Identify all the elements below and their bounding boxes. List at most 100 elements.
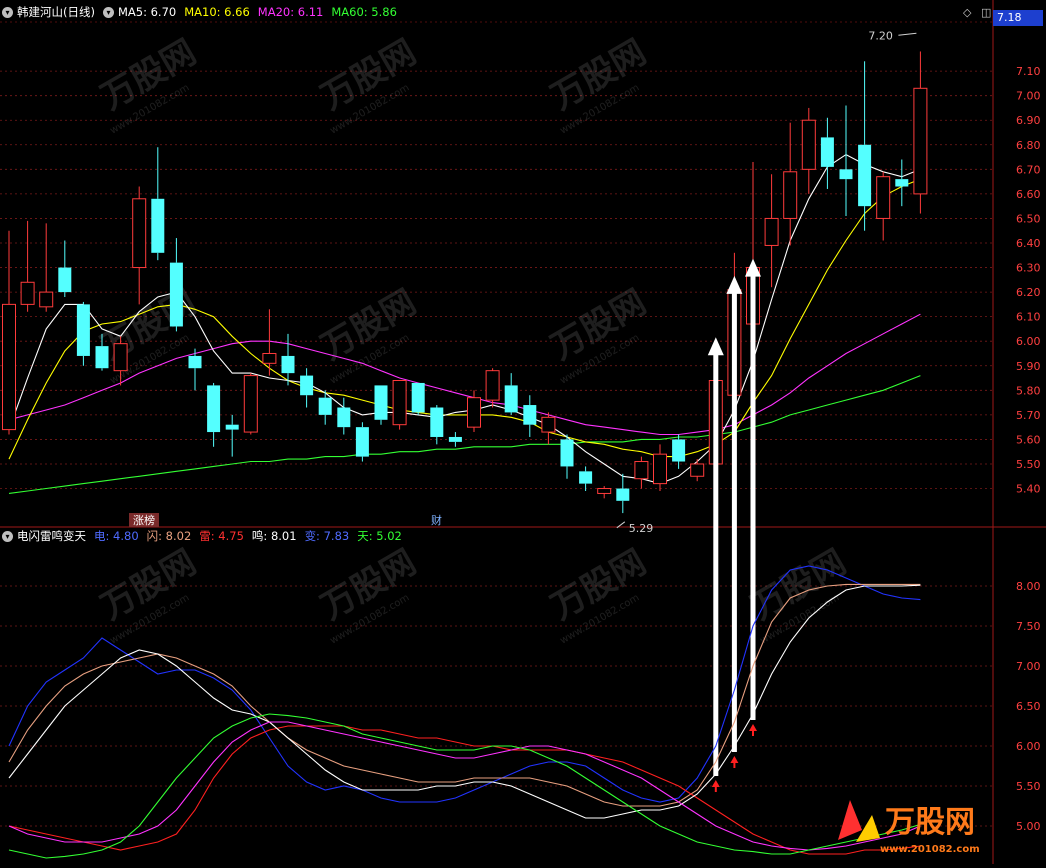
ma60-label: MA60: 5.86 bbox=[331, 5, 397, 19]
candle-body-up bbox=[690, 463, 705, 477]
candle-body-down bbox=[579, 471, 593, 484]
sub-y-tick-label: 5.00 bbox=[1016, 820, 1041, 833]
main-y-tick-label: 6.00 bbox=[1016, 335, 1041, 348]
high-price-label: 7.20 bbox=[868, 29, 893, 42]
candle-body-up bbox=[262, 352, 277, 364]
candle-body-down bbox=[448, 436, 462, 442]
zhangbang-label: 涨榜 bbox=[133, 513, 155, 527]
logo-url-text: www.201082.com bbox=[880, 844, 980, 855]
main-y-tick-label: 7.10 bbox=[1016, 65, 1041, 78]
candle-body-down bbox=[58, 267, 72, 293]
chevron-down-icon[interactable]: ▾ bbox=[2, 530, 13, 542]
candle-body-up bbox=[653, 453, 667, 485]
candle-body-down bbox=[523, 405, 537, 425]
panel-toggle-icon[interactable]: ◫ bbox=[981, 6, 991, 19]
candle-body-down bbox=[895, 179, 909, 187]
ming-label: 鸣: 8.01 bbox=[251, 529, 297, 543]
candle bbox=[411, 382, 425, 415]
main-y-tick-label: 7.00 bbox=[1016, 90, 1041, 103]
low-price-label: 5.29 bbox=[629, 522, 654, 535]
arrow-shaft bbox=[713, 351, 719, 776]
candle-body-down bbox=[858, 144, 872, 207]
lei-label: 雷: 4.75 bbox=[199, 529, 244, 543]
main-y-tick-label: 6.80 bbox=[1016, 139, 1041, 152]
candle-body-down bbox=[430, 407, 444, 437]
arrow-shaft bbox=[750, 272, 756, 720]
candle-body-down bbox=[337, 407, 351, 428]
candle-body-down bbox=[300, 375, 314, 396]
chevron-down-icon[interactable]: ▾ bbox=[2, 6, 13, 18]
ma5-label: MA5: 6.70 bbox=[117, 5, 177, 19]
candle-body-down bbox=[355, 427, 369, 457]
last-price-badge: 7.18 bbox=[993, 10, 1043, 26]
sub-y-tick-label: 7.00 bbox=[1016, 660, 1041, 673]
candle-body-up bbox=[39, 291, 54, 308]
candle-body-down bbox=[76, 304, 90, 356]
main-y-tick-label: 6.20 bbox=[1016, 286, 1041, 299]
sub-y-tick-label: 7.50 bbox=[1016, 620, 1041, 633]
bian-label: 变: 7.83 bbox=[304, 529, 350, 543]
candle-body-down bbox=[672, 439, 686, 462]
candle-body-down bbox=[374, 385, 388, 420]
sub-y-tick-label: 5.50 bbox=[1016, 780, 1041, 793]
main-y-tick-label: 6.50 bbox=[1016, 212, 1041, 225]
candle-body-down bbox=[504, 385, 518, 413]
ma20-label: MA20: 6.11 bbox=[257, 5, 324, 19]
chevron-down-icon[interactable]: ▾ bbox=[102, 6, 114, 18]
candle-body-down bbox=[207, 385, 221, 433]
diamond-icon[interactable]: ◇ bbox=[963, 6, 971, 19]
candle bbox=[355, 422, 369, 462]
main-y-tick-label: 6.70 bbox=[1016, 163, 1041, 176]
chart-canvas: 5.40 5.50 5.60 5.70 5.80 5.90 6.00 6.10 6.20 6.30… bbox=[0, 0, 1046, 864]
indicator-title: 电闪雷鸣变天 bbox=[17, 529, 86, 543]
main-y-tick-label: 5.50 bbox=[1016, 458, 1041, 471]
main-y-tick-label: 5.40 bbox=[1016, 483, 1041, 496]
candle-body-down bbox=[281, 355, 295, 374]
dian-label: 电: 4.80 bbox=[94, 529, 139, 543]
cai-marker: 财 bbox=[431, 513, 442, 527]
candle-body-up bbox=[764, 217, 779, 246]
candle-body-down bbox=[188, 355, 202, 369]
sub-y-tick-label: 8.00 bbox=[1016, 580, 1041, 593]
main-y-tick-label: 5.60 bbox=[1016, 433, 1041, 446]
candle-body-down bbox=[151, 198, 165, 253]
signal-arrows bbox=[707, 258, 761, 792]
candle-body-down bbox=[411, 382, 425, 413]
background bbox=[0, 0, 1046, 864]
main-y-tick-label: 6.40 bbox=[1016, 237, 1041, 250]
logo-brand-text: 万股网 bbox=[885, 805, 975, 840]
candle-body-up bbox=[541, 416, 556, 433]
candle-body-down bbox=[616, 488, 630, 501]
candle-body-up bbox=[485, 370, 500, 401]
candle bbox=[243, 373, 258, 435]
candle-body-up bbox=[243, 375, 258, 433]
candle bbox=[374, 385, 388, 425]
shan-label: 闪: 8.02 bbox=[146, 529, 192, 543]
main-y-tick-label: 5.80 bbox=[1016, 384, 1041, 397]
candle-body-down bbox=[318, 397, 332, 415]
candle-body-up bbox=[132, 198, 147, 269]
main-y-tick-label: 5.90 bbox=[1016, 360, 1041, 373]
candle-body-up bbox=[20, 281, 35, 305]
candle-body-down bbox=[820, 137, 834, 167]
candle-body-up bbox=[783, 171, 798, 219]
main-y-tick-label: 5.70 bbox=[1016, 409, 1041, 422]
main-y-tick-label: 6.60 bbox=[1016, 188, 1041, 201]
candle-body-down bbox=[169, 262, 183, 327]
indicator-header: ▾ 电闪雷鸣变天 电: 4.80 闪: 8.02 雷: 4.75 鸣: 8.01… bbox=[2, 527, 410, 545]
candle-body-up bbox=[467, 397, 481, 428]
candle-body-up bbox=[392, 379, 407, 426]
stock-title: 韩建河山(日线) bbox=[17, 5, 95, 19]
candle-body-down bbox=[95, 346, 109, 369]
sub-y-tick-label: 6.50 bbox=[1016, 700, 1041, 713]
tian-label: 天: 5.02 bbox=[357, 529, 402, 543]
sub-y-tick-label: 6.00 bbox=[1016, 740, 1041, 753]
main-y-tick-label: 6.30 bbox=[1016, 262, 1041, 275]
main-y-tick-label: 6.10 bbox=[1016, 311, 1041, 324]
candle-body-up bbox=[113, 343, 128, 372]
chart-stage: 5.40 5.50 5.60 5.70 5.80 5.90 6.00 6.10 6.20 6.30… bbox=[0, 0, 1046, 864]
candle-body-up bbox=[597, 488, 612, 494]
candle-body-up bbox=[876, 176, 891, 219]
candle-body-up bbox=[634, 461, 649, 480]
candle-body-down bbox=[560, 439, 574, 467]
